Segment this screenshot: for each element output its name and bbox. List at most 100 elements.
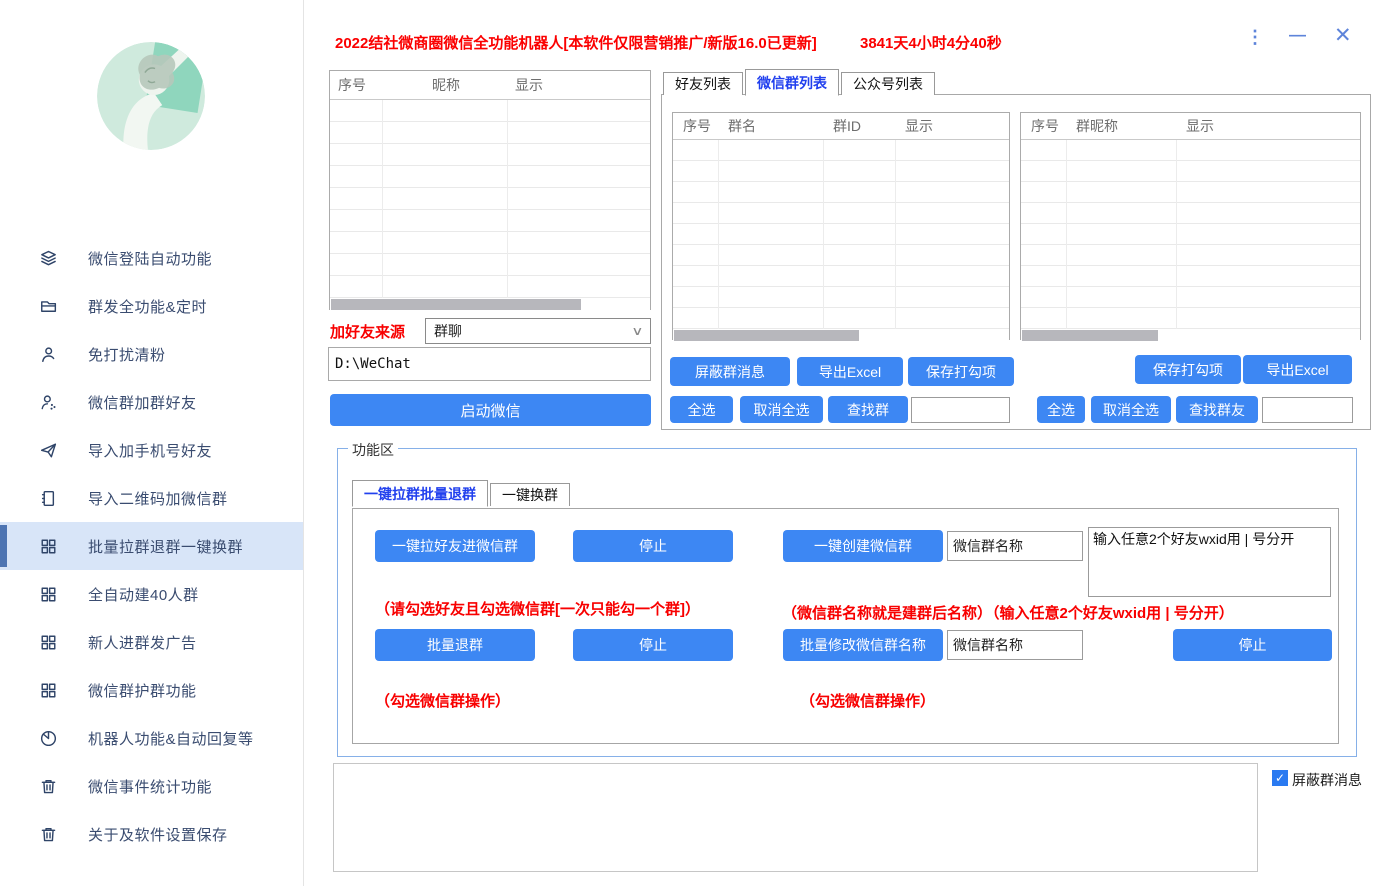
close-button[interactable]: ✕ bbox=[1334, 23, 1352, 48]
find-member-button[interactable]: 查找群友 bbox=[1176, 396, 1258, 423]
save-checked-button[interactable]: 保存打勾项 bbox=[908, 357, 1014, 386]
rename-group-name-input[interactable] bbox=[947, 630, 1083, 660]
column-header: 群ID bbox=[833, 116, 861, 136]
avatar bbox=[97, 42, 205, 150]
sidebar-item-6[interactable]: 批量拉群退群一键换群 bbox=[0, 522, 303, 570]
create-group-button[interactable]: 一键创建微信群 bbox=[783, 530, 943, 562]
sidebar-item-label: 微信群护群功能 bbox=[88, 680, 197, 701]
tab-1[interactable]: 微信群列表 bbox=[745, 69, 839, 96]
new-group-name-input[interactable] bbox=[947, 531, 1083, 561]
trash-icon bbox=[38, 776, 58, 796]
friend-source-select[interactable]: 群聊 ∨ bbox=[425, 318, 651, 344]
table-row[interactable] bbox=[330, 188, 650, 210]
column-divider bbox=[382, 100, 383, 298]
find-group-button[interactable]: 查找群 bbox=[828, 396, 908, 423]
wxid-textarea[interactable]: 输入任意2个好友wxid用 | 号分开 bbox=[1088, 527, 1331, 597]
select-all-groups-button[interactable]: 全选 bbox=[670, 396, 733, 423]
minimize-button[interactable]: — bbox=[1289, 25, 1306, 45]
table-row[interactable] bbox=[673, 287, 1009, 308]
sidebar-item-4[interactable]: 导入加手机号好友 bbox=[0, 426, 303, 474]
horizontal-scrollbar[interactable] bbox=[330, 298, 650, 311]
sidebar-item-2[interactable]: 免打扰清粉 bbox=[0, 330, 303, 378]
mute-group-button[interactable]: 屏蔽群消息 bbox=[670, 357, 790, 386]
sidebar-item-7[interactable]: 全自动建40人群 bbox=[0, 570, 303, 618]
table-row[interactable] bbox=[330, 232, 650, 254]
mute-group-checkbox[interactable]: ✓ bbox=[1272, 770, 1288, 786]
tab-0[interactable]: 一键拉群批量退群 bbox=[352, 480, 488, 507]
select-all-members-button[interactable]: 全选 bbox=[1037, 396, 1085, 423]
table-row[interactable] bbox=[1021, 224, 1360, 245]
column-divider bbox=[507, 100, 508, 298]
table-row[interactable] bbox=[673, 140, 1009, 161]
log-output[interactable] bbox=[333, 763, 1258, 872]
sidebar-item-0[interactable]: 微信登陆自动功能 bbox=[0, 234, 303, 282]
sidebar-item-8[interactable]: 新人进群发广告 bbox=[0, 618, 303, 666]
table-row[interactable] bbox=[1021, 245, 1360, 266]
table-row[interactable] bbox=[1021, 182, 1360, 203]
sidebar-item-5[interactable]: 导入二维码加微信群 bbox=[0, 474, 303, 522]
horizontal-scrollbar[interactable] bbox=[1021, 329, 1360, 342]
table-row[interactable] bbox=[673, 266, 1009, 287]
sidebar-item-10[interactable]: 机器人功能&自动回复等 bbox=[0, 714, 303, 762]
app-title: 2022结社微商圈微信全功能机器人[本软件仅限营销推广/新版16.0已更新] bbox=[335, 32, 817, 53]
table-row[interactable] bbox=[330, 166, 650, 188]
save-checked-members-button[interactable]: 保存打勾项 bbox=[1135, 355, 1241, 384]
table-row[interactable] bbox=[1021, 203, 1360, 224]
column-divider bbox=[1176, 140, 1177, 329]
table-row[interactable] bbox=[330, 210, 650, 232]
sidebar-item-11[interactable]: 微信事件统计功能 bbox=[0, 762, 303, 810]
table-row[interactable] bbox=[330, 276, 650, 298]
deselect-all-members-button[interactable]: 取消全选 bbox=[1091, 396, 1171, 423]
table-row[interactable] bbox=[330, 122, 650, 144]
table-row[interactable] bbox=[673, 161, 1009, 182]
table-row[interactable] bbox=[1021, 140, 1360, 161]
stop-quit-button[interactable]: 停止 bbox=[573, 629, 733, 661]
table-row[interactable] bbox=[673, 203, 1009, 224]
friends-table: 序号昵称显示 bbox=[329, 70, 651, 310]
table-row[interactable] bbox=[673, 245, 1009, 266]
tab-1[interactable]: 一键换群 bbox=[490, 483, 570, 506]
scrollbar-thumb[interactable] bbox=[674, 330, 859, 341]
sidebar-item-3[interactable]: 微信群加群好友 bbox=[0, 378, 303, 426]
table-row[interactable] bbox=[673, 182, 1009, 203]
sidebar-item-12[interactable]: 关于及软件设置保存 bbox=[0, 810, 303, 858]
wechat-path-input[interactable] bbox=[328, 347, 651, 381]
deselect-all-groups-button[interactable]: 取消全选 bbox=[740, 396, 823, 423]
export-excel-button[interactable]: 导出Excel bbox=[797, 357, 903, 386]
batch-rename-group-button[interactable]: 批量修改微信群名称 bbox=[783, 629, 943, 661]
table-row[interactable] bbox=[330, 254, 650, 276]
table-body bbox=[1021, 140, 1360, 329]
column-header: 显示 bbox=[905, 116, 933, 136]
sidebar-item-label: 全自动建40人群 bbox=[88, 584, 199, 605]
users-icon bbox=[38, 392, 58, 412]
table-row[interactable] bbox=[1021, 161, 1360, 182]
tab-2[interactable]: 公众号列表 bbox=[841, 72, 935, 95]
find-group-input[interactable] bbox=[911, 397, 1010, 423]
sidebar-item-1[interactable]: 群发全功能&定时 bbox=[0, 282, 303, 330]
table-row[interactable] bbox=[330, 144, 650, 166]
table-row[interactable] bbox=[673, 308, 1009, 329]
column-header: 序号 bbox=[338, 75, 366, 95]
scrollbar-thumb[interactable] bbox=[331, 299, 581, 310]
stop-pull-button[interactable]: 停止 bbox=[573, 530, 733, 562]
list-tabbar: 好友列表微信群列表公众号列表 bbox=[663, 69, 937, 95]
find-member-input[interactable] bbox=[1262, 397, 1353, 423]
sidebar-item-label: 导入二维码加微信群 bbox=[88, 488, 228, 509]
app-window: 微信登陆自动功能群发全功能&定时免打扰清粉微信群加群好友导入加手机号好友导入二维… bbox=[0, 0, 1374, 886]
start-wechat-button[interactable]: 启动微信 bbox=[330, 394, 651, 426]
column-header: 群名 bbox=[728, 116, 756, 136]
scrollbar-thumb[interactable] bbox=[1022, 330, 1158, 341]
table-row[interactable] bbox=[330, 100, 650, 122]
window-menu-icon[interactable]: ⋮ bbox=[1246, 27, 1264, 48]
pull-friends-to-group-button[interactable]: 一键拉好友进微信群 bbox=[375, 530, 535, 562]
table-row[interactable] bbox=[673, 224, 1009, 245]
table-row[interactable] bbox=[1021, 266, 1360, 287]
sidebar-item-9[interactable]: 微信群护群功能 bbox=[0, 666, 303, 714]
table-row[interactable] bbox=[1021, 308, 1360, 329]
batch-quit-group-button[interactable]: 批量退群 bbox=[375, 629, 535, 661]
horizontal-scrollbar[interactable] bbox=[673, 329, 1009, 342]
tab-0[interactable]: 好友列表 bbox=[663, 72, 743, 95]
table-row[interactable] bbox=[1021, 287, 1360, 308]
export-excel-members-button[interactable]: 导出Excel bbox=[1243, 355, 1352, 384]
stop-rename-button[interactable]: 停止 bbox=[1173, 629, 1332, 661]
